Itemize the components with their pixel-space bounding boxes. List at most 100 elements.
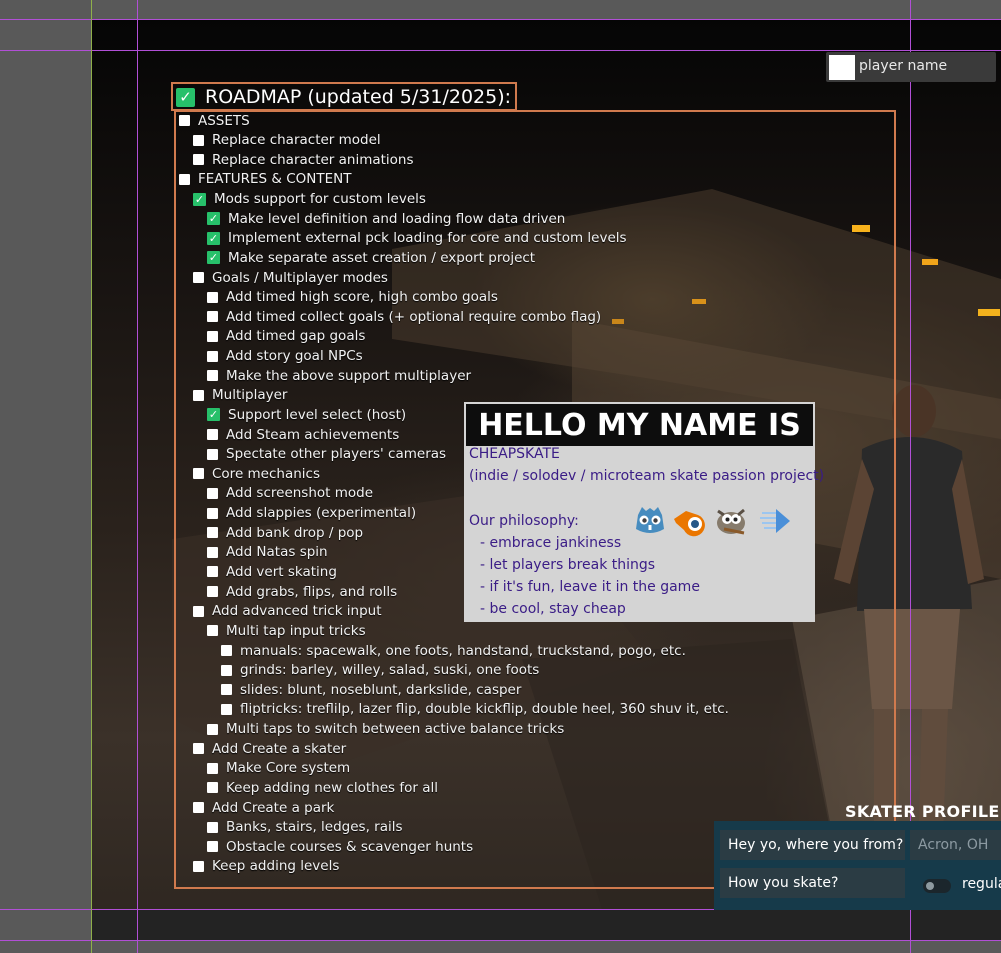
checkbox[interactable] xyxy=(207,429,218,441)
roadmap-item: Keep adding levels xyxy=(193,857,339,876)
gimp-logo-icon xyxy=(717,508,745,535)
roadmap-item-label: Keep adding levels xyxy=(212,858,340,875)
checkbox[interactable] xyxy=(207,625,218,637)
philosophy-item: - if it's fun, leave it in the game xyxy=(480,579,700,595)
checkbox[interactable] xyxy=(207,507,218,519)
hometown-question-label: Hey yo, where you from? xyxy=(720,830,905,860)
checkbox[interactable] xyxy=(207,330,218,342)
roadmap-item: slides: blunt, noseblunt, darkslide, cas… xyxy=(221,680,521,699)
checked-checkbox[interactable]: ✓ xyxy=(207,251,220,265)
checkbox[interactable] xyxy=(207,527,218,539)
roadmap-item: FEATURES & CONTENT xyxy=(179,170,351,189)
roadmap-item: Goals / Multiplayer modes xyxy=(193,268,388,287)
checkbox[interactable] xyxy=(207,782,218,794)
stance-toggle[interactable] xyxy=(923,879,951,893)
roadmap-item-label: Add story goal NPCs xyxy=(226,348,363,365)
checkbox[interactable] xyxy=(207,370,218,382)
roadmap-item-label: slides: blunt, noseblunt, darkslide, cas… xyxy=(240,681,522,698)
checkbox[interactable] xyxy=(179,173,190,185)
roadmap-title-checkbox[interactable]: ✓ xyxy=(176,88,195,107)
roadmap-item-label: Multiplayer xyxy=(212,387,288,404)
roadmap-item-label: Keep adding new clothes for all xyxy=(226,779,438,796)
checkbox[interactable] xyxy=(207,448,218,460)
checkbox[interactable] xyxy=(207,311,218,323)
checkbox[interactable] xyxy=(221,645,232,656)
roadmap-item: Add bank drop / pop xyxy=(207,523,363,542)
player-name-field[interactable]: player name xyxy=(826,52,996,82)
philosophy-label: Our philosophy: xyxy=(469,513,579,529)
roadmap-item-label: Add Create a park xyxy=(212,799,335,816)
checkbox[interactable] xyxy=(193,134,204,146)
roadmap-item: Multi taps to switch between active bala… xyxy=(207,720,564,739)
roadmap-item-label: Make the above support multiplayer xyxy=(226,367,472,384)
roadmap-item-label: Mods support for custom levels xyxy=(214,191,426,208)
roadmap-item: Make Core system xyxy=(207,759,350,778)
roadmap-item: Replace character animations xyxy=(193,150,414,169)
roadmap-item-label: Add Steam achievements xyxy=(226,426,400,443)
roadmap-item-label: Add timed high score, high combo goals xyxy=(226,289,498,306)
roadmap-item: ✓ Make level definition and loading flow … xyxy=(207,209,565,228)
checkbox[interactable] xyxy=(221,664,232,676)
roadmap-item: Add timed collect goals (+ optional requ… xyxy=(207,307,601,326)
roadmap-item: Add Create a skater xyxy=(193,739,346,758)
checkbox[interactable] xyxy=(207,723,218,735)
checkbox[interactable] xyxy=(193,743,204,755)
roadmap-title: ROADMAP (updated 5/31/2025): xyxy=(205,86,512,108)
checkbox[interactable] xyxy=(207,546,218,558)
checkbox[interactable] xyxy=(207,291,218,303)
checkbox[interactable] xyxy=(207,566,218,578)
hometown-input[interactable]: Acron, OH xyxy=(910,830,1001,860)
checkbox[interactable] xyxy=(207,821,218,833)
roadmap-item: Add slappies (experimental) xyxy=(207,504,416,523)
checkbox[interactable] xyxy=(193,860,204,872)
roadmap-item: Multi tap input tricks xyxy=(207,621,366,640)
roadmap-item: Banks, stairs, ledges, rails xyxy=(207,818,403,837)
checkbox[interactable] xyxy=(193,272,204,284)
roadmap-item-label: Add timed collect goals (+ optional requ… xyxy=(226,308,602,325)
checkbox[interactable] xyxy=(193,154,204,166)
roadmap-item: ✓ Support level select (host) xyxy=(207,405,406,424)
checkbox[interactable] xyxy=(207,762,218,774)
roadmap-item-label: ASSETS xyxy=(198,112,250,129)
checkbox[interactable] xyxy=(193,389,204,401)
checkbox[interactable] xyxy=(207,841,218,853)
roadmap-item: fliptricks: treflilp, lazer flip, double… xyxy=(221,700,729,719)
nametag-header: HELLO MY NAME IS xyxy=(478,408,801,443)
roadmap-item: Replace character model xyxy=(193,131,381,150)
checkbox[interactable] xyxy=(179,115,190,126)
roadmap-item: Keep adding new clothes for all xyxy=(207,778,438,797)
checkbox[interactable] xyxy=(193,802,204,814)
stance-toggle-knob xyxy=(926,882,934,890)
nametag-name: CHEAPSKATE xyxy=(469,446,560,462)
checkbox[interactable] xyxy=(193,605,204,617)
checked-checkbox[interactable]: ✓ xyxy=(207,231,220,245)
checked-checkbox[interactable]: ✓ xyxy=(207,408,220,422)
roadmap-item: manuals: spacewalk, one foots, handstand… xyxy=(221,641,686,660)
roadmap-item: ✓ Make separate asset creation / export p… xyxy=(207,248,535,267)
viewport-bottom-band xyxy=(92,910,1001,940)
checked-checkbox[interactable]: ✓ xyxy=(207,212,220,226)
roadmap-item: ✓ Mods support for custom levels xyxy=(193,190,426,209)
player-color-swatch[interactable] xyxy=(829,55,855,80)
checked-checkbox[interactable]: ✓ xyxy=(193,192,206,206)
roadmap-item: Add Steam achievements xyxy=(207,425,399,444)
roadmap-item-label: fliptricks: treflilp, lazer flip, double… xyxy=(240,701,729,718)
blender-logo-icon xyxy=(674,511,705,537)
roadmap-item-label: Make separate asset creation / export pr… xyxy=(228,249,536,266)
checkbox[interactable] xyxy=(221,703,232,715)
checkbox[interactable] xyxy=(221,684,232,696)
checkbox[interactable] xyxy=(207,350,218,362)
checkbox[interactable] xyxy=(207,487,218,499)
checkbox[interactable] xyxy=(193,468,204,480)
nametag-card: HELLO MY NAME IS CHEAPSKATE (indie / sol… xyxy=(464,402,824,622)
roadmap-item: Add Create a park xyxy=(193,798,334,817)
roadmap-item-label: Add advanced trick input xyxy=(212,603,382,620)
philosophy-item: - let players break things xyxy=(480,557,656,573)
roadmap-item: Add timed gap goals xyxy=(207,327,365,346)
roadmap-item-label: Multi tap input tricks xyxy=(226,622,366,639)
roadmap-item-label: Add bank drop / pop xyxy=(226,524,364,541)
roadmap-item-label: Implement external pck loading for core … xyxy=(228,230,627,247)
roadmap-item: Add story goal NPCs xyxy=(207,347,363,366)
checkbox[interactable] xyxy=(207,586,218,598)
roadmap-item: Spectate other players' cameras xyxy=(207,445,446,464)
